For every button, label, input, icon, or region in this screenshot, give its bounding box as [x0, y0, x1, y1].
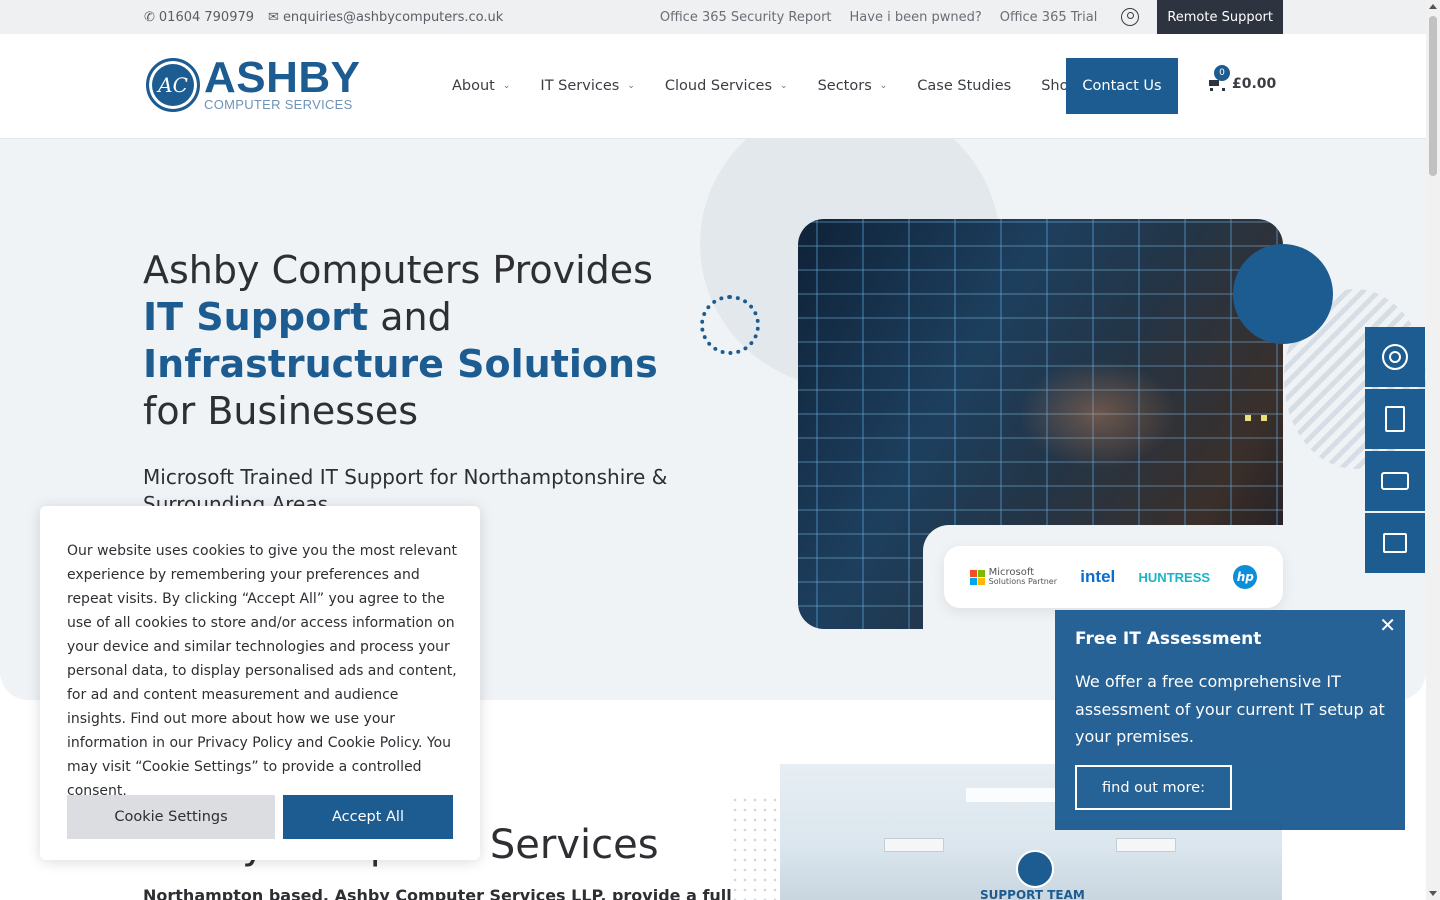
site-header: AC ASHBY COMPUTER SERVICES About ⌄ IT Ser…: [0, 34, 1426, 139]
remote-support-button[interactable]: Remote Support: [1157, 0, 1283, 34]
site-logo[interactable]: AC ASHBY COMPUTER SERVICES: [146, 53, 361, 112]
logo-sub-text: COMPUTER SERVICES: [204, 97, 353, 112]
envelope-icon: ✉: [268, 9, 279, 25]
nav-case-studies[interactable]: Case Studies: [917, 78, 1011, 94]
ac-unit: [884, 838, 944, 852]
cookie-text: Our website uses cookies to give you the…: [67, 543, 457, 799]
chat-icon: [1381, 472, 1409, 490]
server-leds: [1245, 415, 1267, 421]
chevron-down-icon: ⌄: [627, 81, 635, 91]
top-bar: ✆ 01604 790979 ✉ enquiries@ashbycomputer…: [0, 0, 1426, 34]
top-links: Office 365 Security Report Have i been p…: [660, 0, 1283, 34]
checklist-widget[interactable]: [1365, 389, 1425, 449]
ac-unit: [1116, 838, 1176, 852]
logo-main-text: ASHBY: [204, 53, 361, 102]
microsoft-partner-logo: Microsoft Solutions Partner: [969, 567, 1058, 586]
chevron-down-icon: ⌄: [879, 81, 888, 91]
hero-title-part1: Ashby Computers Provides: [143, 248, 653, 292]
phone-icon: ✆: [144, 9, 155, 25]
decorative-dot-grid: [730, 795, 780, 900]
remote-desktop-widget[interactable]: [1365, 513, 1425, 573]
account-icon[interactable]: [1121, 8, 1140, 26]
chat-widget[interactable]: [1365, 451, 1425, 511]
about-paragraph: Northampton based, Ashby Computer Servic…: [143, 886, 732, 900]
microsoft-icon: [969, 569, 985, 585]
main-nav: About ⌄ IT Services ⌄ Cloud Services ⌄ Sect…: [452, 34, 1108, 138]
page-scrollbar[interactable]: [1426, 0, 1440, 900]
nav-it-services[interactable]: IT Services ⌄: [540, 78, 634, 94]
decorative-dotted-ring: [700, 295, 760, 355]
huntress-logo: HUNTRESS: [1138, 569, 1211, 585]
top-contact: ✆ 01604 790979 ✉ enquiries@ashbycomputer…: [144, 0, 503, 34]
assessment-body: We offer a free comprehensive IT assessm…: [1075, 672, 1385, 746]
hp-logo: hp: [1233, 565, 1258, 589]
remote-desktop-icon: [1383, 533, 1407, 553]
intel-logo: intel: [1080, 567, 1116, 586]
logo-wordmark: ASHBY COMPUTER SERVICES: [204, 53, 361, 112]
email-link[interactable]: ✉ enquiries@ashbycomputers.co.uk: [268, 10, 503, 25]
hero-title-highlight2: Infrastructure Solutions: [143, 342, 658, 386]
support-widget[interactable]: [1365, 327, 1425, 387]
microsoft-label: Microsoft: [988, 567, 1035, 578]
nav-sectors[interactable]: Sectors ⌄: [818, 78, 888, 94]
find-out-more-button[interactable]: find out more:: [1075, 765, 1232, 810]
scroll-up-arrow[interactable]: [1429, 4, 1437, 9]
accept-all-button[interactable]: Accept All: [283, 795, 453, 839]
checklist-icon: [1385, 406, 1405, 432]
hero-title-part3: for Businesses: [143, 389, 419, 433]
nav-cloud-services-label: Cloud Services: [664, 78, 773, 94]
server-glow: [1018, 359, 1178, 469]
office365-trial-link[interactable]: Office 365 Trial: [1000, 10, 1098, 25]
nav-it-services-label: IT Services: [540, 78, 620, 94]
office365-security-report-link[interactable]: Office 365 Security Report: [660, 10, 832, 25]
partner-logos: Microsoft Solutions Partner intel HUNTRE…: [944, 546, 1283, 608]
free-assessment-popup: ✕ Free IT Assessment We offer a free com…: [1055, 610, 1405, 830]
nav-sectors-label: Sectors: [817, 78, 872, 94]
close-icon[interactable]: ✕: [1379, 613, 1396, 637]
phone-number: 01604 790979: [158, 9, 255, 25]
cart-icon: 0: [1208, 65, 1230, 91]
support-icon: [1382, 344, 1408, 370]
assessment-title: Free IT Assessment: [1075, 629, 1262, 649]
phone-link[interactable]: ✆ 01604 790979: [144, 10, 254, 25]
cart-total: £0.00: [1232, 76, 1277, 92]
cart-count-badge: 0: [1214, 65, 1230, 81]
email-address: enquiries@ashbycomputers.co.uk: [282, 9, 504, 25]
chevron-down-icon: ⌄: [780, 81, 788, 91]
cookie-settings-button[interactable]: Cookie Settings: [67, 795, 275, 839]
have-i-been-pwned-link[interactable]: Have i been pwned?: [850, 10, 982, 25]
nav-about[interactable]: About ⌄: [452, 78, 510, 94]
hero-title-part2: and: [368, 295, 452, 339]
logo-mark: AC: [146, 58, 200, 112]
hero-title: Ashby Computers Provides IT Support and …: [143, 247, 703, 435]
contact-us-button[interactable]: Contact Us: [1066, 58, 1178, 114]
nav-about-label: About: [452, 78, 495, 94]
cookie-consent-popup: Our website uses cookies to give you the…: [40, 506, 480, 860]
nav-case-studies-label: Case Studies: [917, 78, 1012, 94]
chevron-down-icon: ⌄: [502, 81, 511, 91]
decorative-blue-circle: [1233, 244, 1333, 344]
team-sign: SUPPORT TEAM: [980, 888, 1085, 900]
scroll-thumb[interactable]: [1429, 16, 1437, 176]
scroll-down-arrow[interactable]: [1429, 891, 1437, 896]
microsoft-sublabel: Solutions Partner: [988, 577, 1058, 586]
nav-cloud-services[interactable]: Cloud Services ⌄: [665, 78, 788, 94]
team-logo: [1016, 850, 1054, 888]
cart-link[interactable]: 0 £0.00: [1208, 65, 1277, 92]
hero-title-highlight1: IT Support: [143, 295, 369, 339]
